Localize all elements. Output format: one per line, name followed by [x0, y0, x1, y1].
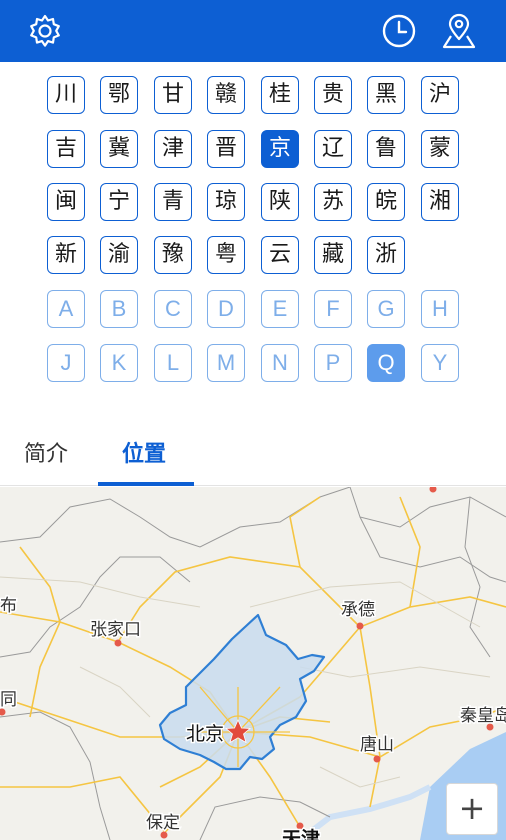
letter-key[interactable]: Y: [421, 344, 459, 382]
province-key[interactable]: 青: [154, 183, 192, 221]
map-label-chengde: 承德: [341, 600, 375, 620]
zoom-in-button[interactable]: +: [446, 783, 498, 835]
province-key[interactable]: 川: [47, 76, 85, 114]
province-key[interactable]: 贵: [314, 76, 352, 114]
province-key[interactable]: 藏: [314, 236, 352, 274]
map-label-baoding: 保定: [146, 813, 180, 833]
plate-keyboard: 川鄂甘赣桂贵黑沪吉冀津晋京辽鲁蒙闽宁青琼陕苏皖湘新渝豫粤云藏浙 ABCDEFGH J…: [0, 62, 506, 392]
map-pin-icon[interactable]: [440, 12, 478, 50]
province-key[interactable]: 粤: [207, 236, 245, 274]
tab-location[interactable]: 位置: [122, 436, 166, 468]
province-key[interactable]: 陕: [261, 183, 299, 221]
top-toolbar: [0, 0, 506, 62]
map-canvas[interactable]: 北京 承德 张家口 唐山 秦皇岛 保定 天津 布 同: [0, 487, 506, 840]
province-key[interactable]: 晋: [207, 130, 245, 168]
letter-key[interactable]: H: [421, 290, 459, 328]
letter-key[interactable]: P: [314, 344, 352, 382]
province-key[interactable]: 蒙: [421, 130, 459, 168]
province-key[interactable]: 甘: [154, 76, 192, 114]
province-key[interactable]: 皖: [367, 183, 405, 221]
province-key[interactable]: 津: [154, 130, 192, 168]
tab-bar: 简介 位置: [0, 420, 506, 486]
province-key[interactable]: 宁: [100, 183, 138, 221]
province-key[interactable]: 新: [47, 236, 85, 274]
letter-key[interactable]: Q: [367, 344, 405, 382]
province-key[interactable]: 闽: [47, 183, 85, 221]
province-key[interactable]: 吉: [47, 130, 85, 168]
province-key[interactable]: 渝: [100, 236, 138, 274]
letter-key[interactable]: N: [261, 344, 299, 382]
letter-key[interactable]: K: [100, 344, 138, 382]
province-key[interactable]: 琼: [207, 183, 245, 221]
letter-key[interactable]: F: [314, 290, 352, 328]
province-key[interactable]: 桂: [261, 76, 299, 114]
tab-intro[interactable]: 简介: [24, 436, 68, 468]
letter-key[interactable]: C: [154, 290, 192, 328]
province-key[interactable]: 湘: [421, 183, 459, 221]
province-key[interactable]: 浙: [367, 236, 405, 274]
letter-key[interactable]: G: [367, 290, 405, 328]
map-label-bu: 布: [0, 596, 17, 616]
province-key[interactable]: 鲁: [367, 130, 405, 168]
province-key[interactable]: 鄂: [100, 76, 138, 114]
province-key[interactable]: 黑: [367, 76, 405, 114]
clock-icon[interactable]: [380, 12, 418, 50]
active-tab-indicator: [98, 482, 194, 486]
province-key[interactable]: 辽: [314, 130, 352, 168]
map-label-beijing: 北京: [186, 723, 224, 745]
province-key[interactable]: 云: [261, 236, 299, 274]
province-key[interactable]: 赣: [207, 76, 245, 114]
letter-key[interactable]: B: [100, 290, 138, 328]
map-label-qinhuangdao: 秦皇岛: [460, 706, 506, 726]
beijing-boundary[interactable]: [158, 613, 326, 771]
letter-key[interactable]: E: [261, 290, 299, 328]
letter-key[interactable]: J: [47, 344, 85, 382]
map-view[interactable]: 北京 承德 张家口 唐山 秦皇岛 保定 天津 布 同: [0, 487, 506, 840]
province-key[interactable]: 豫: [154, 236, 192, 274]
map-label-tianjin: 天津: [282, 827, 320, 840]
gear-icon[interactable]: [26, 12, 64, 50]
province-key[interactable]: 苏: [314, 183, 352, 221]
map-label-zhangjiakou: 张家口: [90, 620, 141, 640]
map-label-tong: 同: [0, 690, 17, 710]
letter-key[interactable]: L: [154, 344, 192, 382]
map-label-tangshan: 唐山: [360, 734, 394, 755]
letter-key[interactable]: A: [47, 290, 85, 328]
province-key[interactable]: 冀: [100, 130, 138, 168]
letter-key[interactable]: D: [207, 290, 245, 328]
province-key[interactable]: 京: [261, 130, 299, 168]
province-key[interactable]: 沪: [421, 76, 459, 114]
letter-key[interactable]: M: [207, 344, 245, 382]
